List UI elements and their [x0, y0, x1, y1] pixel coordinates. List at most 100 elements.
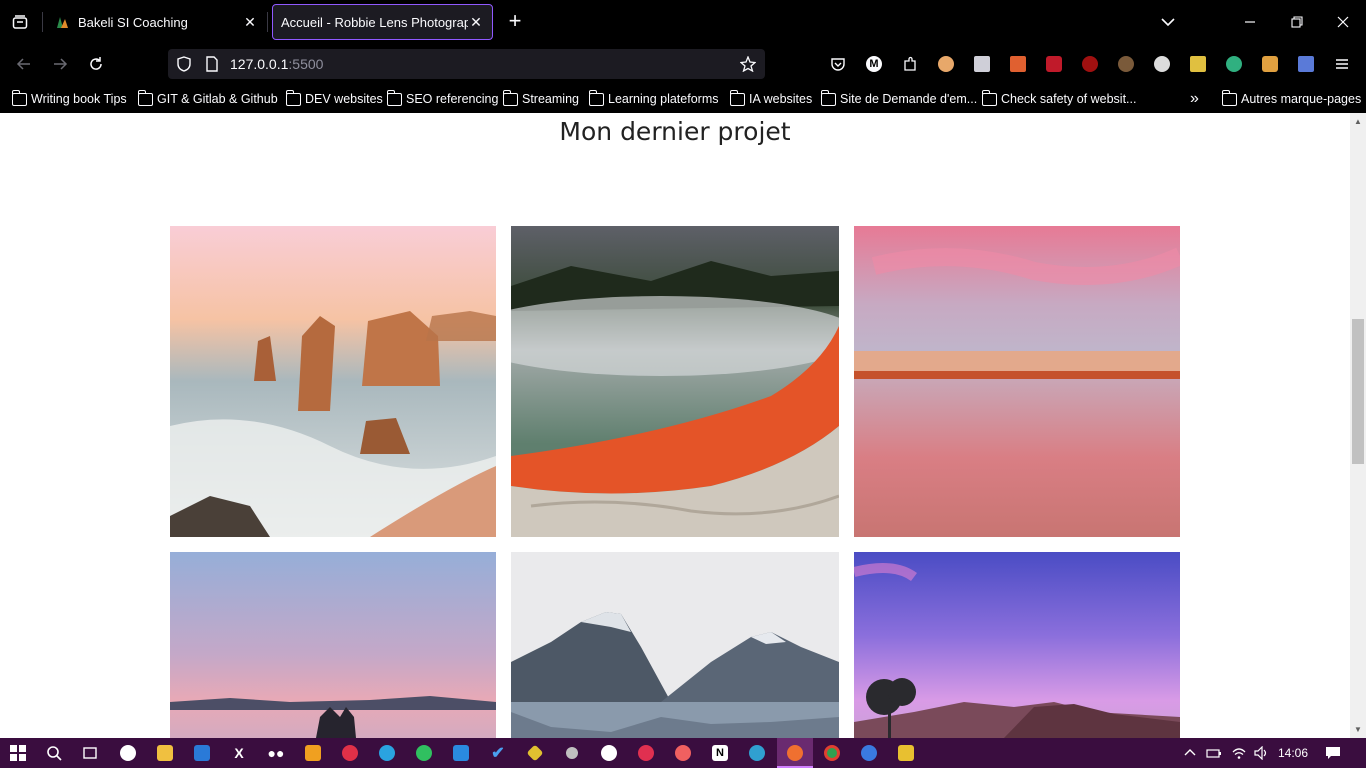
tab-bakeli[interactable]: Bakeli SI Coaching ✕ — [46, 4, 266, 40]
volume-icon[interactable] — [1252, 743, 1272, 763]
reload-icon[interactable] — [84, 52, 108, 76]
gallery-photo[interactable] — [170, 552, 496, 738]
tab-robbie-lens[interactable]: Accueil - Robbie Lens Photographie ✕ — [272, 4, 493, 40]
folder-icon — [729, 89, 745, 106]
folder-icon — [981, 89, 997, 106]
gallery-photo[interactable] — [511, 226, 839, 537]
section-title: Mon dernier projet — [559, 117, 791, 146]
sync-icon[interactable] — [1224, 54, 1244, 74]
extensions-icon[interactable] — [900, 54, 920, 74]
taskbar-clock[interactable]: 14:06 — [1278, 746, 1308, 760]
todo-icon[interactable]: ✔ — [488, 743, 508, 763]
restore-icon[interactable] — [1283, 8, 1311, 36]
scrollbar-thumb[interactable] — [1352, 319, 1364, 464]
forward-arrow-icon[interactable] — [48, 52, 72, 76]
battery-icon[interactable] — [1204, 743, 1224, 763]
ublock-icon[interactable] — [1080, 54, 1100, 74]
scroll-down-icon[interactable]: ▼ — [1354, 725, 1362, 734]
folder-icon — [11, 89, 27, 106]
chrome-icon[interactable] — [822, 743, 842, 763]
minimize-icon[interactable] — [1236, 8, 1264, 36]
folder-icon — [502, 89, 518, 106]
obs-icon[interactable] — [562, 743, 582, 763]
wifi-icon[interactable] — [1229, 743, 1249, 763]
medium-icon[interactable]: ●● — [266, 743, 286, 763]
gallery-photo[interactable] — [854, 226, 1180, 537]
folder-icon — [137, 89, 153, 106]
settings-icon[interactable] — [636, 743, 656, 763]
mail-icon[interactable] — [192, 743, 212, 763]
bookmark-folder[interactable]: DEV websites — [285, 89, 383, 108]
chevron-down-icon[interactable] — [1158, 12, 1178, 32]
bookmark-folder[interactable]: Check safety of websit... — [981, 89, 1136, 108]
x-icon[interactable]: X — [229, 743, 249, 763]
pj-icon[interactable] — [1188, 54, 1208, 74]
clapper-icon[interactable] — [896, 743, 916, 763]
account-m-icon[interactable]: M — [864, 54, 884, 74]
back-arrow-icon[interactable] — [12, 52, 36, 76]
bookmarks-bar: Writing book Tips GIT & Gitlab & Github … — [0, 84, 1366, 113]
notion-icon[interactable]: N — [710, 743, 730, 763]
notes-icon[interactable] — [1296, 54, 1316, 74]
gallery-photo[interactable] — [854, 552, 1180, 738]
vscode-icon[interactable] — [451, 743, 471, 763]
firefox-icon[interactable] — [785, 743, 805, 763]
tab-list-icon[interactable] — [8, 10, 32, 34]
file-explorer-icon[interactable] — [155, 743, 175, 763]
reader-icon[interactable] — [936, 54, 956, 74]
edge-icon[interactable] — [747, 743, 767, 763]
slides-icon[interactable] — [303, 743, 323, 763]
pocket-icon[interactable] — [828, 54, 848, 74]
close-window-icon[interactable] — [1329, 8, 1357, 36]
whatsapp-icon[interactable] — [414, 743, 434, 763]
search-icon[interactable] — [44, 743, 64, 763]
bookmark-star-icon[interactable] — [740, 56, 756, 72]
app-icon[interactable] — [118, 743, 138, 763]
menu-icon[interactable] — [1332, 54, 1352, 74]
telegram-icon[interactable] — [377, 743, 397, 763]
tab-title: Accueil - Robbie Lens Photographie — [281, 14, 468, 30]
folder-icon — [820, 89, 836, 106]
chevron-up-icon[interactable] — [1180, 743, 1200, 763]
page-scrollbar[interactable]: ▲ ▼ — [1350, 113, 1366, 738]
megaphone-icon[interactable] — [1008, 54, 1028, 74]
bookmark-folder[interactable]: Learning plateforms — [588, 89, 718, 108]
hd-icon[interactable] — [1044, 54, 1064, 74]
pinterest-icon[interactable] — [340, 743, 360, 763]
new-tab-icon[interactable]: + — [504, 10, 526, 33]
page-viewport: Mon dernier projet — [0, 113, 1350, 738]
page-icon[interactable] — [204, 56, 220, 72]
figma-icon[interactable] — [673, 743, 693, 763]
close-tab-icon[interactable]: ✕ — [468, 14, 484, 30]
close-tab-icon[interactable]: ✕ — [242, 14, 258, 30]
bookmark-folder[interactable]: Streaming — [502, 89, 579, 108]
dark-mode-icon[interactable] — [1152, 54, 1172, 74]
bookmark-folder[interactable]: Writing book Tips — [11, 89, 127, 108]
task-view-icon[interactable] — [80, 743, 100, 763]
git-kraken-icon[interactable] — [525, 743, 545, 763]
notification-icon[interactable] — [1260, 54, 1280, 74]
windows-taskbar: X ●● ✔ N 14:06 — [0, 738, 1366, 768]
bookmark-folder[interactable]: IA websites — [729, 89, 812, 108]
windows-start-icon[interactable] — [8, 743, 28, 763]
shield-icon[interactable] — [176, 56, 192, 72]
other-bookmarks-folder[interactable]: Autres marque-pages — [1221, 89, 1361, 108]
folder-icon — [386, 89, 402, 106]
github-icon[interactable] — [599, 743, 619, 763]
folder-icon — [285, 89, 301, 106]
tab-separator — [42, 12, 43, 32]
url-bar[interactable]: 127.0.0.1:5500 — [168, 49, 765, 79]
cookie-icon[interactable] — [1116, 54, 1136, 74]
bookmark-folder[interactable]: SEO referencing — [386, 89, 498, 108]
bookmarks-overflow-icon[interactable]: » — [1190, 90, 1208, 108]
bookmark-folder[interactable]: GIT & Gitlab & Github — [137, 89, 278, 108]
translate-icon[interactable] — [972, 54, 992, 74]
bookmark-folder[interactable]: Site de Demande d'em... — [820, 89, 977, 108]
messenger-icon[interactable] — [859, 743, 879, 763]
notifications-icon[interactable] — [1323, 743, 1343, 763]
folder-icon — [1221, 89, 1237, 106]
gallery-photo[interactable] — [511, 552, 839, 738]
scroll-up-icon[interactable]: ▲ — [1354, 117, 1362, 126]
url-text[interactable]: 127.0.0.1:5500 — [230, 56, 323, 72]
gallery-photo[interactable] — [170, 226, 496, 537]
